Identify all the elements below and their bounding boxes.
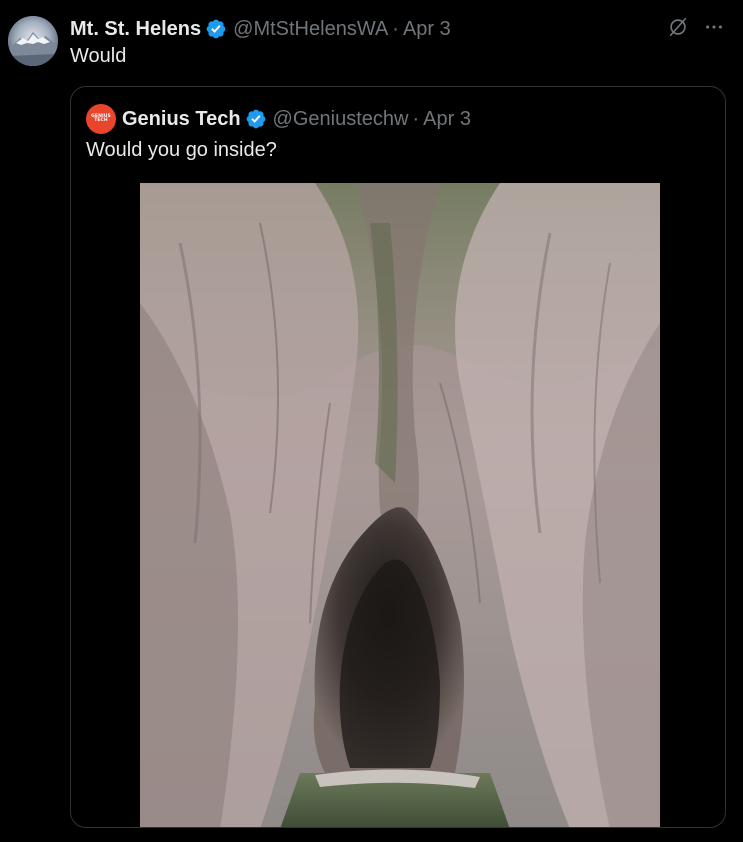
author-display-name[interactable]: Mt. St. Helens [70, 18, 201, 41]
grok-icon[interactable] [667, 16, 689, 38]
tweet-top-actions [667, 16, 725, 38]
mountain-avatar-image [8, 16, 58, 66]
quoted-author-handle[interactable]: @Geniustechw [273, 108, 409, 131]
author-handle[interactable]: @MtStHelensWA [233, 18, 388, 41]
quoted-tweet[interactable]: GENIUS TECH Genius Tech @Geniustechw · A… [70, 86, 726, 828]
quoted-tweet-text: Would you go inside? [86, 139, 277, 161]
tweet-text: Would [70, 45, 127, 67]
quoted-author-display-name[interactable]: Genius Tech [122, 108, 241, 131]
verified-badge-icon [245, 108, 267, 130]
verified-badge-icon [205, 18, 227, 40]
tweet-date[interactable]: Apr 3 [403, 18, 451, 41]
separator-dot: · [392, 17, 399, 40]
author-avatar[interactable] [8, 16, 58, 66]
quoted-tweet-photo[interactable] [140, 183, 660, 827]
tweet-header: Mt. St. Helens @MtStHelensWA · Apr 3 [70, 16, 451, 42]
quoted-tweet-header: GENIUS TECH Genius Tech @Geniustechw · A… [86, 104, 471, 134]
tweet[interactable]: Mt. St. Helens @MtStHelensWA · Apr 3 Wou [0, 0, 743, 842]
more-options-icon[interactable] [703, 16, 725, 38]
quoted-avatar-text-line-2: TECH [94, 118, 108, 123]
separator-dot: · [412, 107, 420, 130]
quoted-tweet-date[interactable]: Apr 3 [423, 108, 471, 131]
rock-canyon-cave-photo [140, 183, 660, 827]
quoted-author-avatar[interactable]: GENIUS TECH [86, 104, 116, 134]
